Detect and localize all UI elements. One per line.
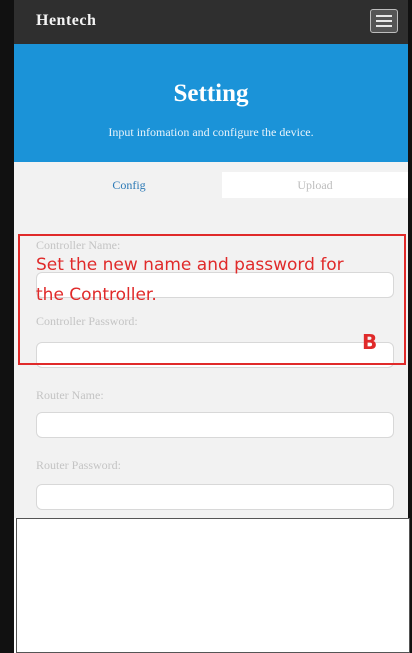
tab-bar: Config Upload <box>36 172 408 198</box>
top-navbar: Hentech <box>14 0 408 45</box>
tab-upload[interactable]: Upload <box>222 172 408 198</box>
page-header: Setting Input infomation and configure t… <box>14 44 408 162</box>
brand-name: Hentech <box>36 12 97 29</box>
router-name-input[interactable] <box>36 412 394 438</box>
router-password-label: Router Password: <box>36 458 121 472</box>
tab-config[interactable]: Config <box>36 172 222 198</box>
router-password-input[interactable] <box>36 484 394 510</box>
annotation-callout-letter: B <box>362 330 378 354</box>
annotation-callout-text: Set the new name and password for the Co… <box>36 255 344 305</box>
page-subtitle: Input infomation and configure the devic… <box>108 125 314 139</box>
hamburger-menu-icon[interactable] <box>370 9 398 33</box>
router-name-label: Router Name: <box>36 388 104 402</box>
blank-bottom-panel <box>16 518 410 653</box>
page-title: Setting <box>173 80 249 107</box>
